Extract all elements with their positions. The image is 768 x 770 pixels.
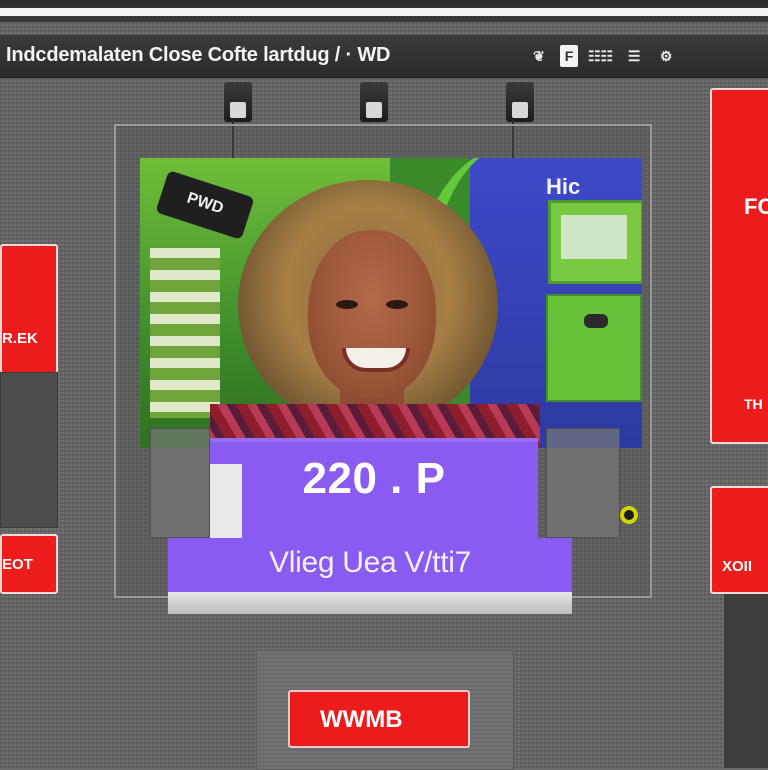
price-text: 220 . P [302, 454, 446, 503]
left-dark-slab [0, 372, 58, 528]
hanging-clip-right [506, 82, 534, 122]
list-icon[interactable]: ☰ [623, 43, 645, 69]
left-top-tag: R.EK [0, 244, 58, 374]
price-card-edge [210, 464, 242, 538]
left-bottom-tag-label: EOT [2, 556, 33, 573]
right-bottom-tag: XOII [710, 486, 768, 594]
left-bottom-tag: EOT [0, 534, 58, 594]
person-eye [386, 300, 408, 309]
subtitle-text: Vlieg Uea V/tti7 [269, 546, 471, 579]
display-shelf [168, 592, 572, 614]
advert-photo: PWD Hic [140, 158, 642, 448]
hanging-clip-center [360, 82, 388, 122]
kiosk-screen [561, 215, 627, 259]
right-top-tag: FC TH [710, 88, 768, 444]
person-face [308, 230, 436, 398]
side-pad-left [150, 428, 210, 538]
photo-kiosk [548, 200, 642, 284]
side-pad-right [546, 428, 620, 538]
settings-icon[interactable]: ⚙ [655, 43, 677, 69]
indicator-light-icon [620, 506, 638, 524]
kiosk-slot [584, 314, 608, 328]
title-bar: Indcdemalaten Close Cofte lartdug / · WD… [0, 34, 768, 78]
bottom-center-tag-label: WWMB [320, 706, 403, 733]
right-bottom-tag-label: XOII [722, 558, 753, 575]
photo-striped-vest [150, 248, 220, 418]
person-eye [336, 300, 358, 309]
photo-kiosk-base [546, 294, 642, 402]
white-rail [0, 8, 768, 16]
person-smile [342, 348, 410, 372]
hanging-clip-left [224, 82, 252, 122]
store-sign: Hic [546, 174, 581, 199]
right-rail [724, 594, 768, 768]
square-icon[interactable]: F [560, 45, 578, 67]
camera-label: PWD [184, 189, 226, 218]
bottom-center-tag: WWMB [288, 690, 470, 748]
grid-icon[interactable]: ☷☷ [588, 43, 613, 69]
subtitle-band: Vlieg Uea V/tti7 [168, 538, 572, 592]
title-bar-icons: ❦ F ☷☷ ☰ ⚙ [528, 41, 677, 71]
left-top-tag-label: R.EK [2, 330, 38, 347]
right-top-tag-label: FC [744, 194, 768, 219]
right-top-tag-small-label: TH [744, 396, 763, 412]
bird-icon[interactable]: ❦ [528, 43, 550, 69]
top-rail [0, 0, 768, 22]
price-card: 220 . P [210, 438, 538, 538]
window-title: Indcdemalaten Close Cofte lartdug / · WD [6, 44, 391, 66]
